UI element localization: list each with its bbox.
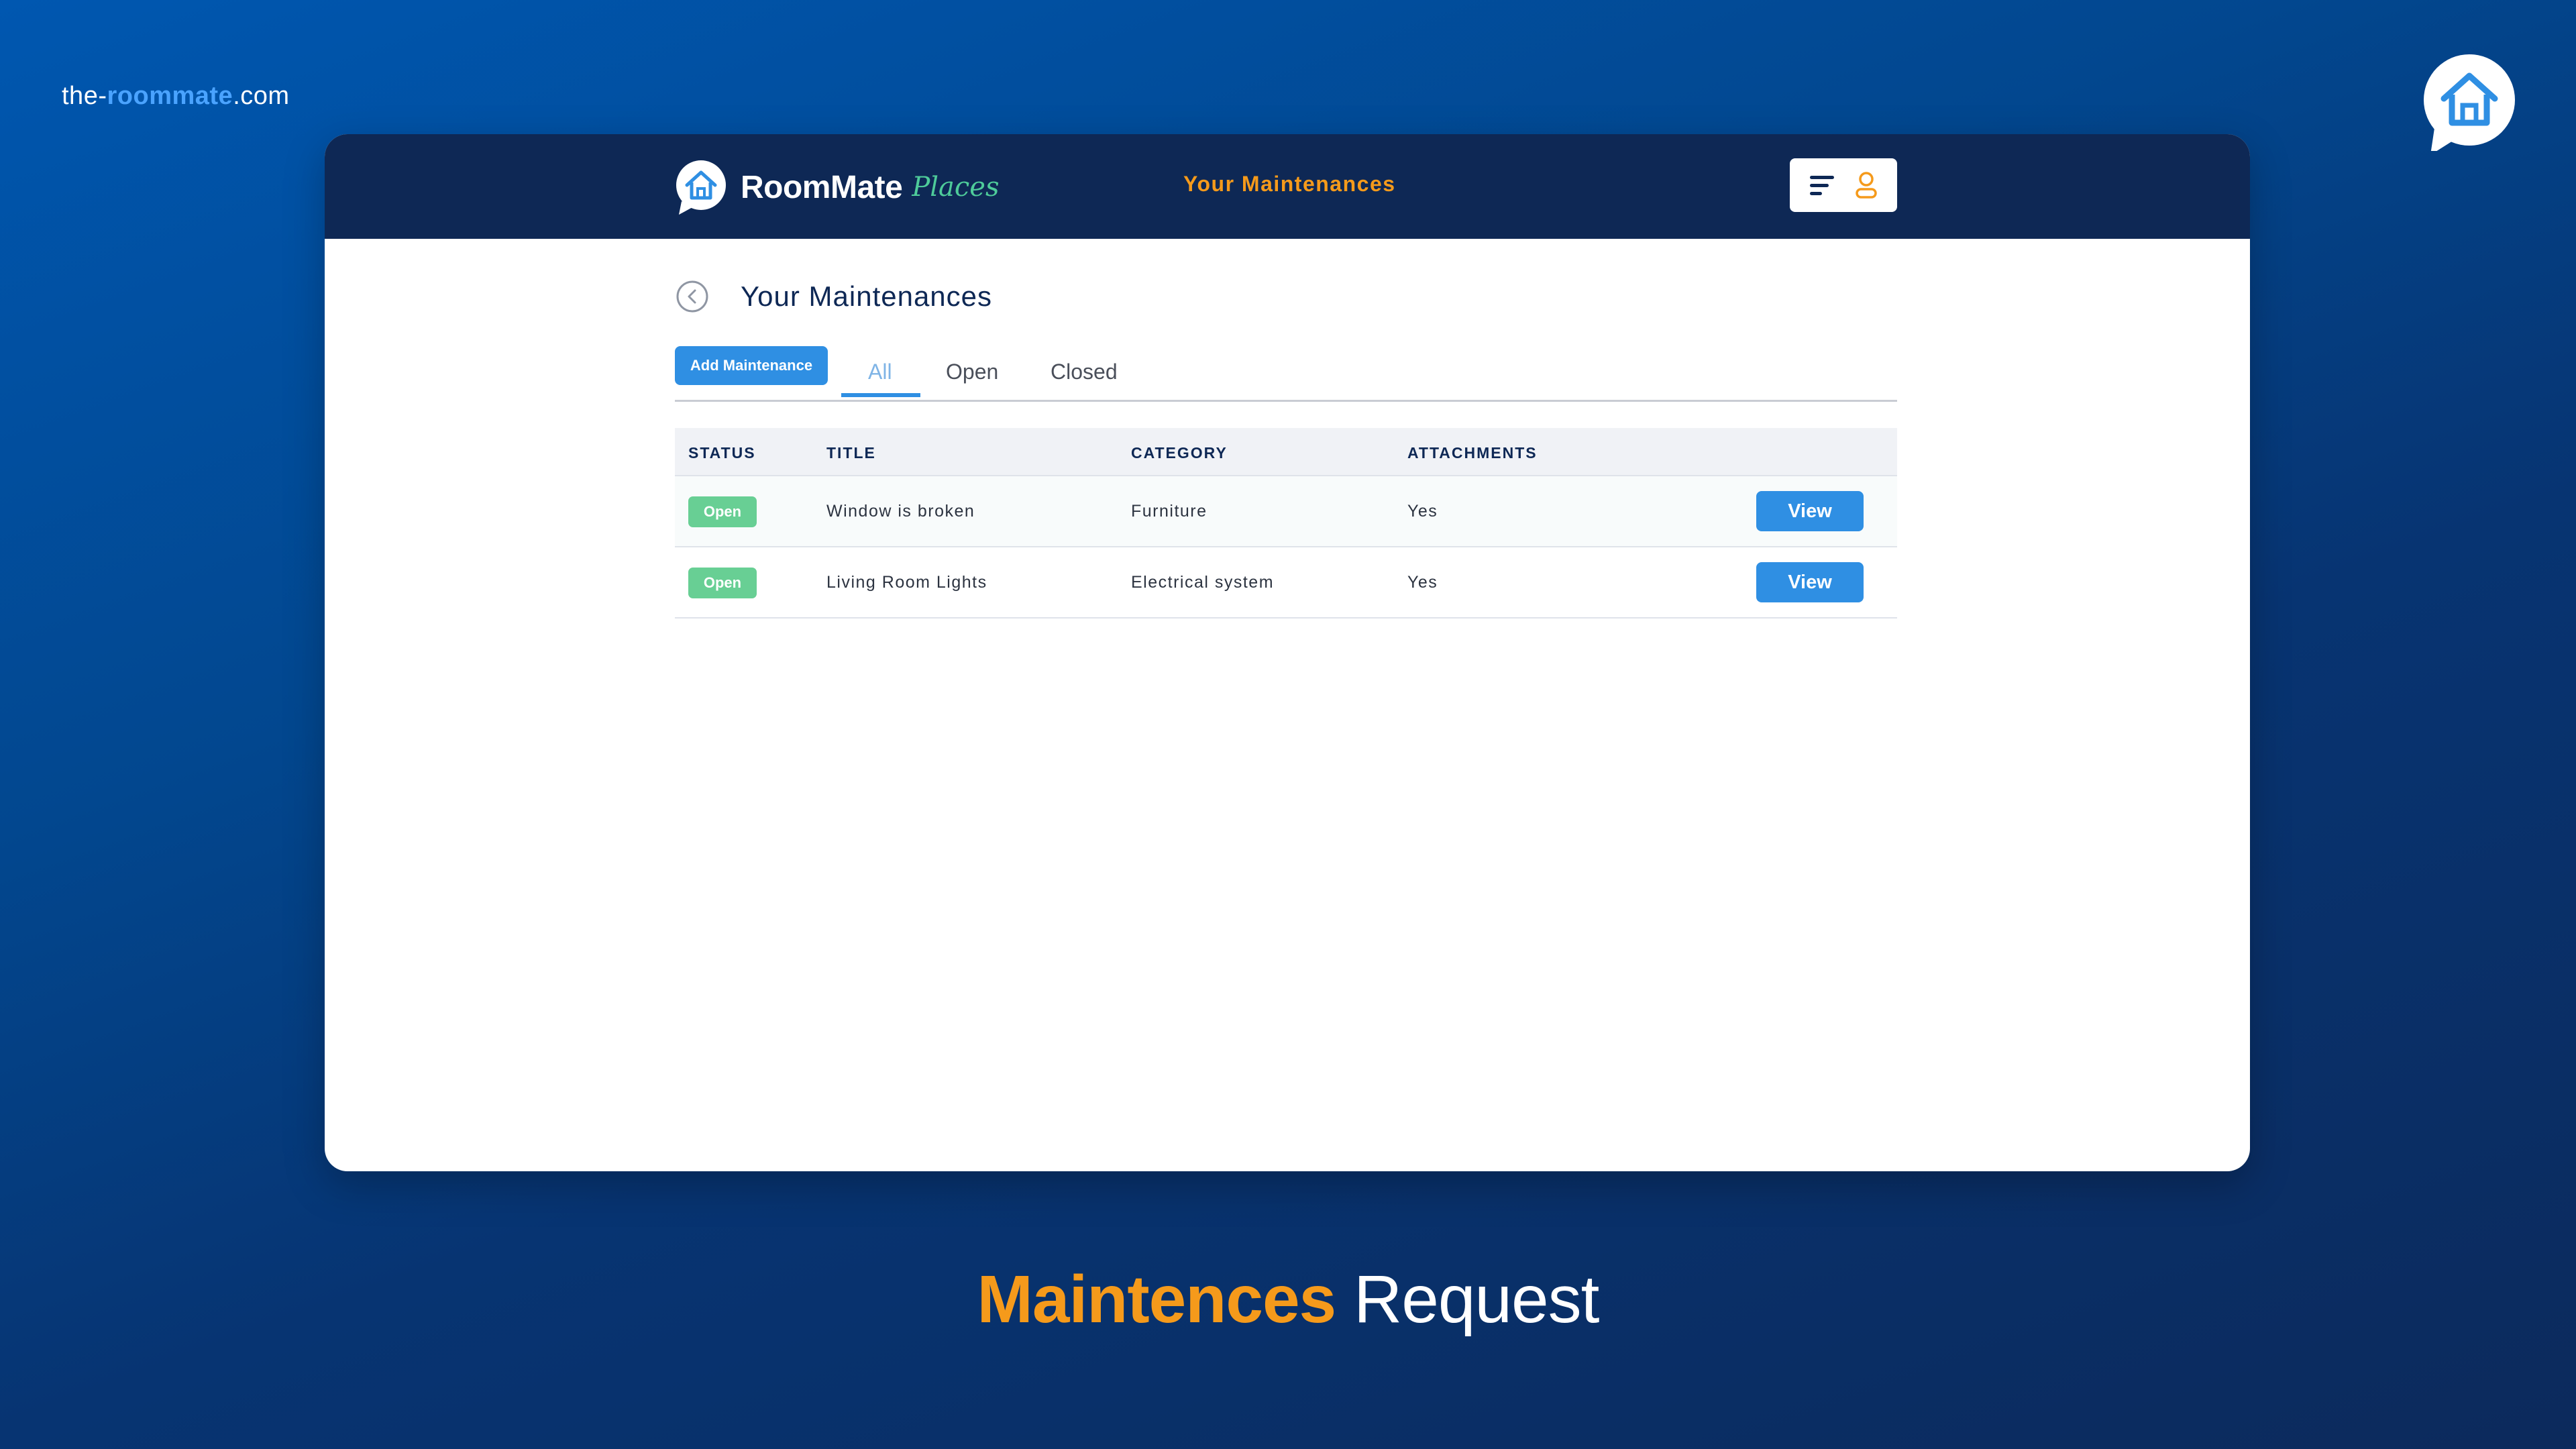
site-url-highlight: roommate (107, 82, 233, 110)
status-badge: Open (688, 568, 757, 598)
nav-actions (1790, 158, 1897, 212)
page-header: Your Maintenances (675, 279, 992, 314)
table-row: Open Living Room Lights Electrical syste… (675, 547, 1897, 619)
view-button[interactable]: View (1756, 562, 1864, 602)
active-tab-indicator (841, 393, 920, 397)
page-title: Your Maintenances (741, 280, 993, 312)
row-category: Furniture (1131, 502, 1208, 521)
menu-icon[interactable] (1807, 170, 1837, 200)
tab-closed[interactable]: Closed (1051, 360, 1118, 384)
site-url-prefix: the- (62, 82, 107, 110)
add-maintenance-button[interactable]: Add Maintenance (675, 346, 828, 385)
tab-open[interactable]: Open (946, 360, 998, 384)
brand-name: RoomMate (741, 169, 903, 205)
brand[interactable]: RoomMate Places (675, 157, 1000, 217)
column-header-attachments: ATTACHMENTS (1407, 444, 1538, 462)
table-row: Open Window is broken Furniture Yes View (675, 476, 1897, 547)
row-category: Electrical system (1131, 573, 1275, 592)
view-button[interactable]: View (1756, 491, 1864, 531)
caption: Maintences Request (0, 1261, 2576, 1338)
row-title: Window is broken (826, 502, 975, 521)
row-title: Living Room Lights (826, 573, 987, 592)
app-window: RoomMate Places Your Maintenances Your M… (325, 134, 2250, 1171)
column-header-status: STATUS (688, 444, 756, 462)
filter-tabs: All Open Closed (675, 353, 1897, 402)
caption-highlight: Maintences (977, 1262, 1337, 1337)
row-attachments: Yes (1407, 502, 1438, 521)
navbar: RoomMate Places Your Maintenances (325, 134, 2250, 239)
back-arrow-icon[interactable] (675, 279, 710, 314)
table-header: STATUS TITLE CATEGORY ATTACHMENTS (675, 428, 1897, 476)
column-header-title: TITLE (826, 444, 876, 462)
nav-title[interactable]: Your Maintenances (1183, 172, 1396, 197)
row-attachments: Yes (1407, 573, 1438, 592)
caption-rest: Request (1353, 1262, 1599, 1337)
maintenance-table: STATUS TITLE CATEGORY ATTACHMENTS Open W… (675, 428, 1897, 619)
house-logo-icon (676, 160, 726, 215)
site-url: the-roommate.com (62, 82, 290, 111)
tab-all[interactable]: All (868, 360, 892, 384)
corner-house-logo-icon (2421, 54, 2518, 155)
column-header-category: CATEGORY (1131, 444, 1228, 462)
brand-subtitle: Places (912, 172, 1000, 203)
status-badge: Open (688, 496, 757, 527)
site-url-suffix: .com (233, 82, 290, 110)
user-icon[interactable] (1853, 170, 1880, 200)
